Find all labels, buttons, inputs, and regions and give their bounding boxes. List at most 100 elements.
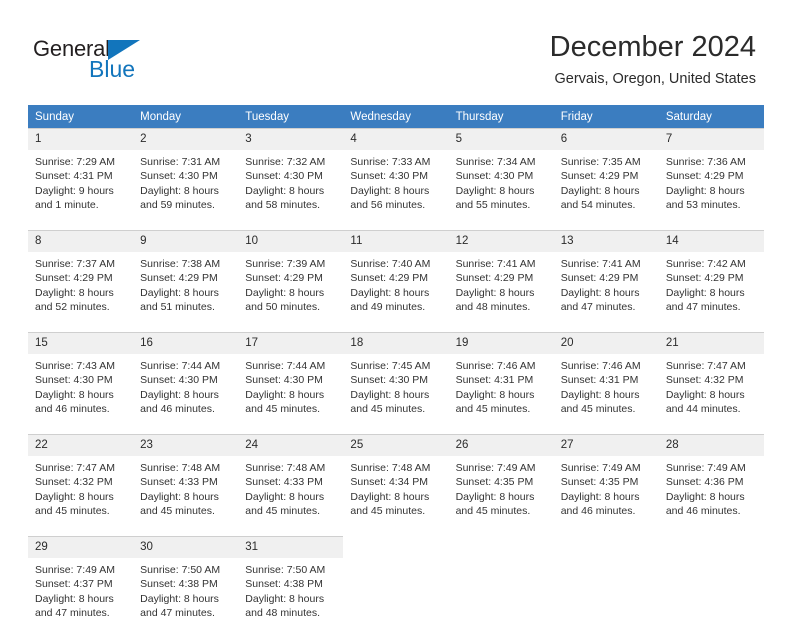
day-details-cell[interactable]: Sunrise: 7:41 AM Sunset: 4:29 PM Daylight:…: [554, 252, 659, 323]
day-number-cell[interactable]: 7: [658, 128, 764, 150]
day-number-cell[interactable]: 8: [28, 230, 134, 252]
daylight-text-line1: Daylight: 8 hours: [665, 286, 745, 299]
day-details-cell[interactable]: Sunrise: 7:49 AM Sunset: 4:35 PM Daylight:…: [449, 456, 554, 527]
day-number: [554, 536, 659, 558]
day-number: 16: [133, 332, 239, 354]
day-details-cell[interactable]: Sunrise: 7:41 AM Sunset: 4:29 PM Daylight:…: [449, 252, 554, 323]
day-number-cell[interactable]: 11: [343, 230, 449, 252]
day-details-cell[interactable]: Sunrise: 7:44 AM Sunset: 4:30 PM Daylight:…: [238, 354, 343, 425]
day-number-cell[interactable]: 2: [133, 128, 239, 150]
week-daynumber-row: 15 16 17 18 19 20 21: [28, 332, 764, 354]
daylight-text-line2: and 45 minutes.: [245, 504, 320, 517]
week-separator-cell: [448, 323, 554, 332]
day-details-cell[interactable]: Sunrise: 7:35 AM Sunset: 4:29 PM Daylight:…: [554, 150, 659, 221]
daylight-text-line1: Daylight: 8 hours: [560, 286, 640, 299]
day-number-cell[interactable]: 29: [28, 536, 134, 558]
day-details-cell[interactable]: Sunrise: 7:50 AM Sunset: 4:38 PM Daylight:…: [238, 558, 343, 629]
day-number-cell[interactable]: 23: [133, 434, 239, 456]
general-blue-logo[interactable]: General Blue: [33, 36, 173, 84]
day-number-cell[interactable]: 21: [658, 332, 764, 354]
day-details-cell[interactable]: Sunrise: 7:34 AM Sunset: 4:30 PM Daylight:…: [449, 150, 554, 221]
day-number-cell[interactable]: 10: [238, 230, 344, 252]
sunrise-text: Sunrise: 7:49 AM: [560, 462, 641, 474]
day-number-cell[interactable]: 25: [343, 434, 449, 456]
day-number: 11: [343, 230, 449, 252]
daylight-text-line1: Daylight: 8 hours: [560, 490, 640, 503]
day-details-cell[interactable]: Sunrise: 7:39 AM Sunset: 4:29 PM Daylight:…: [238, 252, 343, 323]
sunset-text: Sunset: 4:30 PM: [245, 170, 323, 183]
day-details-cell[interactable]: Sunrise: 7:50 AM Sunset: 4:38 PM Daylight:…: [133, 558, 238, 629]
day-details-cell[interactable]: Sunrise: 7:49 AM Sunset: 4:37 PM Daylight:…: [28, 558, 133, 629]
day-number-cell[interactable]: 20: [553, 332, 659, 354]
day-number-cell[interactable]: 1: [28, 128, 134, 150]
week-details-row: Sunrise: 7:37 AM Sunset: 4:29 PM Daylight:…: [28, 252, 764, 323]
day-details: Sunrise: 7:43 AM Sunset: 4:30 PM Daylight:…: [28, 354, 133, 425]
day-number-cell[interactable]: 14: [658, 230, 764, 252]
day-number: [659, 536, 764, 558]
day-details-cell[interactable]: Sunrise: 7:47 AM Sunset: 4:32 PM Daylight:…: [659, 354, 764, 425]
day-details-empty: [343, 558, 448, 629]
day-details-cell[interactable]: Sunrise: 7:42 AM Sunset: 4:29 PM Daylight:…: [659, 252, 764, 323]
day-number-cell[interactable]: 12: [448, 230, 554, 252]
sunset-text: Sunset: 4:29 PM: [350, 272, 429, 285]
day-details-cell[interactable]: Sunrise: 7:29 AM Sunset: 4:31 PM Daylight:…: [28, 150, 133, 221]
day-details-cell[interactable]: Sunrise: 7:44 AM Sunset: 4:30 PM Daylight:…: [133, 354, 238, 425]
day-number-cell[interactable]: 18: [343, 332, 449, 354]
day-details-cell[interactable]: Sunrise: 7:32 AM Sunset: 4:30 PM Daylight:…: [238, 150, 343, 221]
day-details-cell[interactable]: Sunrise: 7:33 AM Sunset: 4:30 PM Daylight:…: [343, 150, 448, 221]
day-number-cell[interactable]: 31: [238, 536, 344, 558]
day-details: Sunrise: 7:46 AM Sunset: 4:31 PM Daylight:…: [449, 354, 554, 425]
day-number-cell[interactable]: 17: [238, 332, 344, 354]
day-details-cell[interactable]: Sunrise: 7:48 AM Sunset: 4:33 PM Daylight:…: [238, 456, 343, 527]
day-details-cell[interactable]: Sunrise: 7:46 AM Sunset: 4:31 PM Daylight:…: [554, 354, 659, 425]
daylight-text-line2: and 52 minutes.: [35, 300, 110, 313]
day-number: 15: [28, 332, 134, 354]
day-number: 12: [448, 230, 554, 252]
day-details-cell[interactable]: Sunrise: 7:31 AM Sunset: 4:30 PM Daylight:…: [133, 150, 238, 221]
day-number-cell[interactable]: 5: [448, 128, 554, 150]
sunrise-text: Sunrise: 7:46 AM: [455, 360, 536, 372]
sunset-text: Sunset: 4:29 PM: [35, 272, 113, 285]
week-separator-cell: [553, 221, 659, 230]
day-details-cell[interactable]: Sunrise: 7:46 AM Sunset: 4:31 PM Daylight:…: [449, 354, 554, 425]
day-details-cell[interactable]: Sunrise: 7:49 AM Sunset: 4:36 PM Daylight:…: [659, 456, 764, 527]
day-number-cell[interactable]: 9: [133, 230, 239, 252]
day-number: 14: [658, 230, 764, 252]
day-details-cell[interactable]: Sunrise: 7:47 AM Sunset: 4:32 PM Daylight:…: [28, 456, 133, 527]
day-number-cell[interactable]: 27: [553, 434, 659, 456]
day-number: [343, 536, 448, 558]
day-details-cell[interactable]: Sunrise: 7:40 AM Sunset: 4:29 PM Daylight:…: [343, 252, 448, 323]
day-details-cell[interactable]: Sunrise: 7:48 AM Sunset: 4:33 PM Daylight:…: [133, 456, 238, 527]
day-details: Sunrise: 7:41 AM Sunset: 4:29 PM Daylight:…: [449, 252, 554, 323]
day-number-cell[interactable]: 16: [133, 332, 239, 354]
week-separator-cell: [28, 527, 134, 536]
day-number-cell[interactable]: 15: [28, 332, 134, 354]
day-number-cell[interactable]: 30: [133, 536, 239, 558]
weekday-header-friday: Friday: [553, 105, 659, 128]
day-number-cell[interactable]: 24: [238, 434, 344, 456]
day-number-cell[interactable]: 28: [658, 434, 764, 456]
week-daynumber-row: 29 30 31: [28, 536, 764, 558]
sunrise-text: Sunrise: 7:29 AM: [35, 156, 115, 168]
day-number-cell[interactable]: 26: [448, 434, 554, 456]
daylight-text-line2: and 56 minutes.: [350, 198, 426, 211]
day-number-cell[interactable]: 6: [553, 128, 659, 150]
daylight-text-line1: Daylight: 8 hours: [245, 286, 325, 299]
day-number: 23: [133, 434, 239, 456]
day-details-cell[interactable]: Sunrise: 7:43 AM Sunset: 4:30 PM Daylight:…: [28, 354, 133, 425]
daylight-text-line1: Daylight: 8 hours: [245, 388, 325, 401]
day-details-cell[interactable]: Sunrise: 7:36 AM Sunset: 4:29 PM Daylight:…: [659, 150, 764, 221]
day-number-cell[interactable]: 4: [343, 128, 449, 150]
day-details-cell[interactable]: Sunrise: 7:37 AM Sunset: 4:29 PM Daylight:…: [28, 252, 133, 323]
day-number: 27: [553, 434, 659, 456]
day-details-cell[interactable]: Sunrise: 7:45 AM Sunset: 4:30 PM Daylight:…: [343, 354, 448, 425]
sunrise-text: Sunrise: 7:46 AM: [560, 360, 641, 372]
day-number-cell[interactable]: 13: [553, 230, 659, 252]
day-details-cell[interactable]: Sunrise: 7:49 AM Sunset: 4:35 PM Daylight:…: [554, 456, 659, 527]
day-details-cell[interactable]: Sunrise: 7:38 AM Sunset: 4:29 PM Daylight:…: [133, 252, 238, 323]
day-details-cell[interactable]: Sunrise: 7:48 AM Sunset: 4:34 PM Daylight:…: [343, 456, 448, 527]
day-number-cell[interactable]: 3: [238, 128, 344, 150]
day-number-cell[interactable]: 22: [28, 434, 134, 456]
day-details: Sunrise: 7:40 AM Sunset: 4:29 PM Daylight:…: [343, 252, 448, 323]
day-number-cell[interactable]: 19: [448, 332, 554, 354]
